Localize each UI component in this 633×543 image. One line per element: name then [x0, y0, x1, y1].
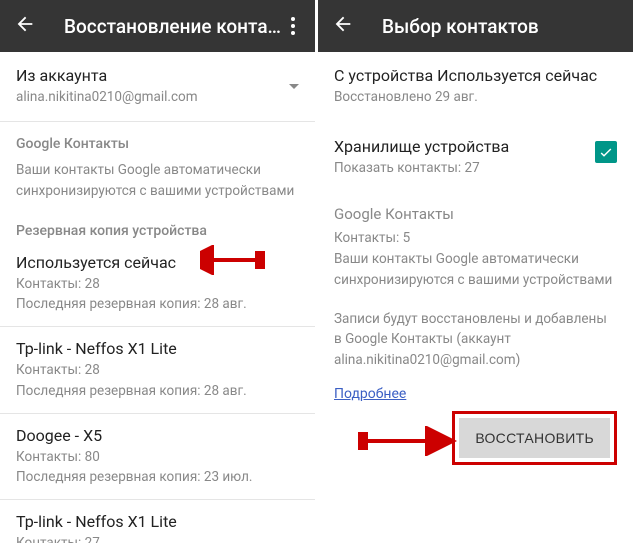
- more-icon[interactable]: [285, 17, 301, 35]
- google-contacts-block: Google Контакты Контакты: 5 Ваши контакт…: [318, 193, 633, 299]
- device-backup: Последняя резервная копия: 28 авг.: [16, 381, 299, 401]
- device-backup: Последняя резервная копия: 23 июл.: [16, 467, 299, 487]
- device-item[interactable]: Tp-link - Neffos X1 Lite Контакты: 28 По…: [0, 327, 315, 414]
- device-contacts: Контакты: 28: [16, 360, 299, 380]
- device-backup: Последняя резервная копия: 28 авг.: [16, 294, 299, 314]
- storage-row[interactable]: Хранилище устройства Показать контакты: …: [318, 121, 633, 192]
- google-contacts-header: Google Контакты: [16, 136, 299, 152]
- learn-more-link[interactable]: Подробнее: [334, 386, 406, 402]
- current-device-name: С устройства Используется сейчас: [334, 66, 617, 85]
- chevron-down-icon: [289, 84, 299, 89]
- device-name: Doogee - X5: [16, 426, 299, 445]
- device-contacts: Контакты: 27: [16, 533, 299, 543]
- back-arrow-icon[interactable]: [14, 13, 36, 39]
- annotation-arrow-icon: [338, 426, 468, 460]
- screen-restore-contacts: Восстановление конта… Из аккаунта alina.…: [0, 0, 315, 543]
- device-contacts: Контакты: 80: [16, 447, 299, 467]
- storage-name: Хранилище устройства: [334, 137, 509, 156]
- current-device-block: С устройства Используется сейчас Восстан…: [318, 52, 633, 121]
- device-name: Tp-link - Neffos X1 Lite: [16, 339, 299, 358]
- page-title: Восстановление конта…: [64, 15, 285, 38]
- google-title: Google Контакты: [334, 203, 617, 226]
- restore-button[interactable]: ВОССТАНОВИТЬ: [459, 418, 610, 458]
- google-sync-note: Ваши контакты Google автоматически синхр…: [16, 160, 299, 201]
- restore-button-highlight: ВОССТАНОВИТЬ: [452, 411, 617, 465]
- account-email: alina.nikitina0210@gmail.com: [16, 87, 198, 107]
- device-name: Tp-link - Neffos X1 Lite: [16, 512, 299, 531]
- device-item[interactable]: Используется сейчас Контакты: 28 Последн…: [0, 253, 315, 328]
- restore-note: Записи будут восстановлены и добавлены в…: [318, 299, 633, 378]
- device-name: Используется сейчас: [16, 253, 299, 272]
- account-dropdown[interactable]: Из аккаунта alina.nikitina0210@gmail.com: [0, 52, 315, 122]
- google-contacts-count: Контакты: 5: [334, 228, 617, 249]
- checkbox-checked-icon[interactable]: [595, 141, 617, 163]
- backup-header: Резервная копия устройства: [16, 223, 299, 239]
- page-title: Выбор контактов: [382, 15, 619, 38]
- back-arrow-icon[interactable]: [332, 13, 354, 39]
- topbar-right: Выбор контактов: [318, 0, 633, 52]
- account-label: Из аккаунта: [16, 66, 198, 85]
- device-item[interactable]: Doogee - X5 Контакты: 80 Последняя резер…: [0, 414, 315, 501]
- google-sync-note: Ваши контакты Google автоматически синхр…: [334, 249, 617, 291]
- device-contacts: Контакты: 28: [16, 274, 299, 294]
- storage-contacts: Показать контакты: 27: [334, 158, 509, 178]
- screen-choose-contacts: Выбор контактов С устройства Используетс…: [318, 0, 633, 543]
- current-device-restored: Восстановлено 29 авг.: [334, 87, 617, 107]
- topbar-left: Восстановление конта…: [0, 0, 315, 52]
- device-item[interactable]: Tp-link - Neffos X1 Lite Контакты: 27 По…: [0, 500, 315, 543]
